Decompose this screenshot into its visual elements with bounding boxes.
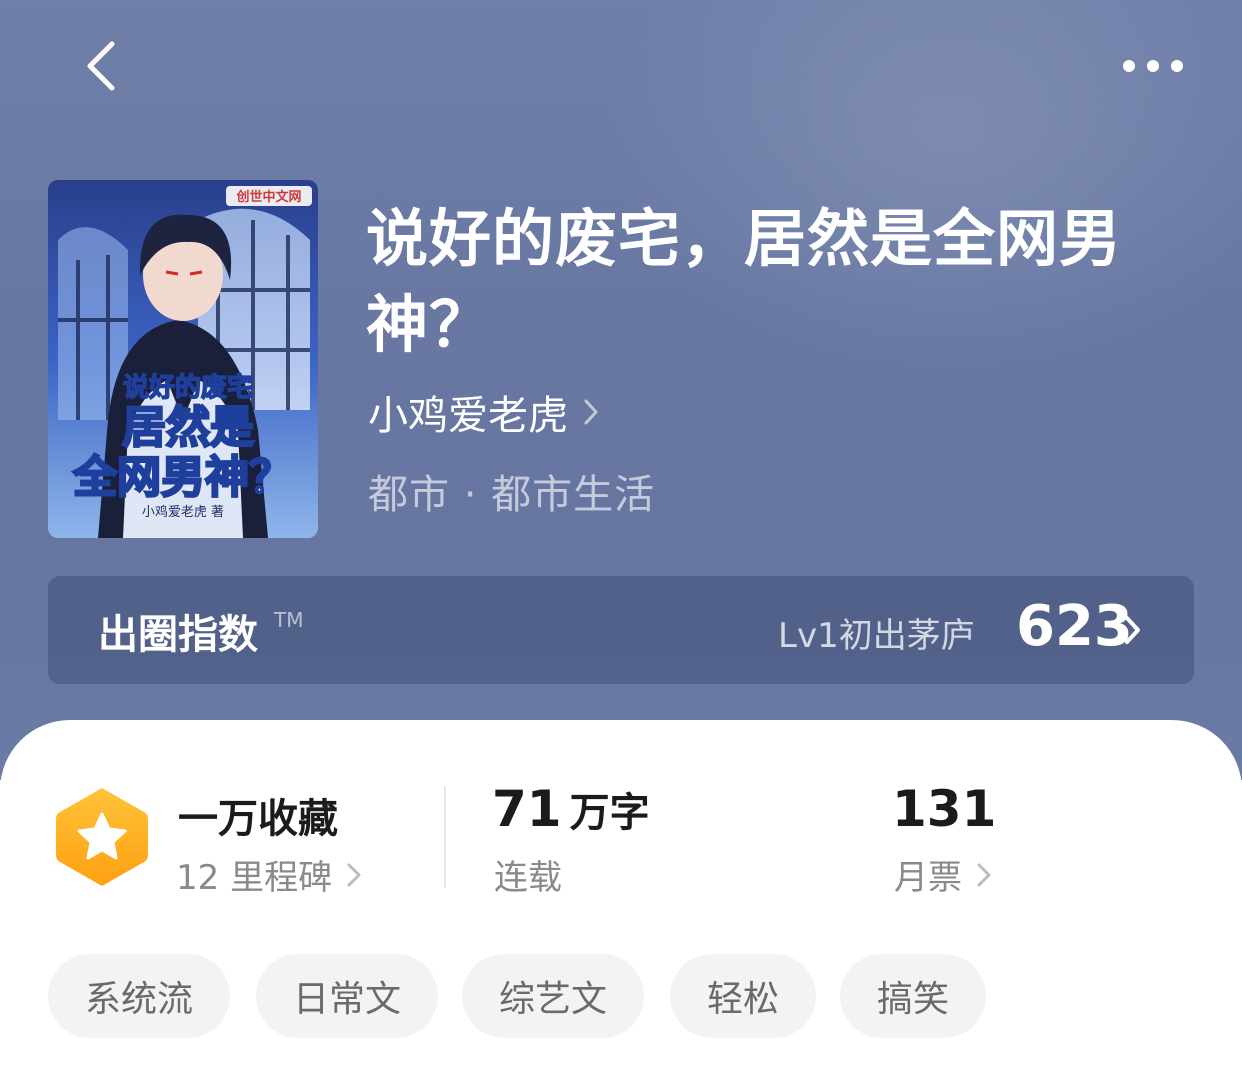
serial-status: 连载	[494, 850, 562, 899]
svg-text:小鸡爱老虎 著: 小鸡爱老虎 著	[142, 504, 224, 520]
back-button[interactable]	[70, 36, 130, 96]
index-label: 出圈指数	[98, 612, 258, 658]
word-count-unit: 万字	[569, 790, 650, 836]
tag-chip[interactable]: 系统流	[48, 954, 230, 1038]
monthly-tickets-number: 131	[892, 780, 997, 838]
book-cover[interactable]: 创世中文网 说好的废宅 居然是 全网男神？ 小鸡爱老虎 著	[48, 180, 318, 538]
tag-chip[interactable]: 搞笑	[840, 954, 986, 1038]
index-level: Lv1初出茅庐	[778, 616, 975, 656]
monthly-tickets-link[interactable]: 月票	[894, 850, 992, 899]
more-button[interactable]	[1118, 44, 1188, 88]
svg-text:创世中文网: 创世中文网	[235, 189, 301, 204]
more-horizontal-icon	[1123, 60, 1183, 72]
tag-chip[interactable]: 轻松	[670, 954, 816, 1038]
svg-text:居然是: 居然是	[122, 402, 254, 453]
chevron-right-icon	[977, 863, 991, 886]
index-score: 623	[1016, 594, 1133, 659]
trademark-mark: TM	[274, 608, 304, 632]
author-name: 小鸡爱老虎	[368, 393, 568, 439]
stat-divider	[444, 786, 446, 888]
serial-status-label: 连载	[494, 858, 562, 898]
author-link[interactable]: 小鸡爱老虎	[368, 384, 600, 440]
tag-chip[interactable]: 综艺文	[462, 954, 644, 1038]
star-badge-icon	[56, 788, 148, 886]
monthly-tickets-count: 131	[892, 780, 996, 838]
favorites-title: 一万收藏	[178, 796, 338, 842]
chevron-left-icon	[87, 41, 115, 91]
milestone-label: 12 里程碑	[176, 858, 333, 898]
popularity-index-bar[interactable]: 出圈指数 TM Lv1初出茅庐 623	[48, 576, 1194, 684]
tag-chip[interactable]: 日常文	[256, 954, 438, 1038]
svg-text:全网男神？: 全网男神？	[72, 452, 293, 503]
monthly-tickets-label: 月票	[894, 858, 962, 898]
svg-text:说好的废宅: 说好的废宅	[123, 372, 253, 403]
book-title: 说好的废宅，居然是全网男神？	[366, 202, 1123, 361]
book-header: 创世中文网 说好的废宅 居然是 全网男神？ 小鸡爱老虎 著 说好的废宅，居然是全…	[0, 0, 1242, 780]
chevron-right-icon	[584, 399, 598, 425]
book-genre: 都市 · 都市生活	[368, 472, 656, 518]
milestone-link[interactable]: 12 里程碑	[176, 850, 362, 899]
word-count-number: 71	[492, 780, 562, 838]
chevron-right-icon	[1125, 616, 1140, 644]
chevron-right-icon	[347, 863, 361, 886]
word-count: 71 万字	[492, 780, 650, 838]
